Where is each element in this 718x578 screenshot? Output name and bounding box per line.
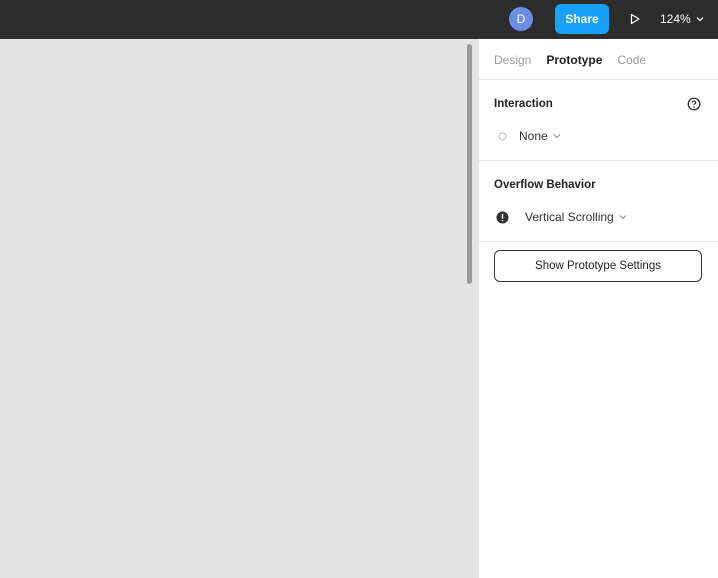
interaction-value: None [519,129,548,143]
divider [479,241,718,242]
present-button[interactable] [624,8,646,30]
overflow-behavior-dropdown[interactable]: Vertical Scrolling [496,210,627,224]
canvas-scrollbar[interactable] [467,44,472,284]
interaction-trigger-dropdown[interactable]: None [498,129,561,143]
interaction-section-title: Interaction [494,98,553,110]
show-prototype-settings-button[interactable]: Show Prototype Settings [494,250,702,282]
divider [479,79,718,80]
divider [479,160,718,161]
chevron-down-icon [553,134,561,139]
canvas[interactable] [0,39,478,578]
tab-prototype[interactable]: Prototype [546,53,602,67]
properties-panel: Design Prototype Code Interaction None O… [478,39,718,578]
warning-icon [496,211,509,223]
user-avatar[interactable]: D [509,7,533,31]
help-icon[interactable] [687,97,701,111]
top-toolbar: D Share 124% [0,0,718,39]
tab-code[interactable]: Code [617,53,646,67]
tab-design[interactable]: Design [494,53,531,67]
zoom-dropdown[interactable]: 124% [660,8,704,30]
panel-tabs: Design Prototype Code [494,53,646,67]
play-icon [630,13,640,25]
share-button[interactable]: Share [555,4,609,34]
empty-circle-icon [498,132,507,140]
zoom-level: 124% [660,12,691,26]
overflow-value: Vertical Scrolling [525,210,614,224]
overflow-section-title: Overflow Behavior [494,179,596,191]
chevron-down-icon [619,215,627,220]
chevron-down-icon [696,17,704,22]
